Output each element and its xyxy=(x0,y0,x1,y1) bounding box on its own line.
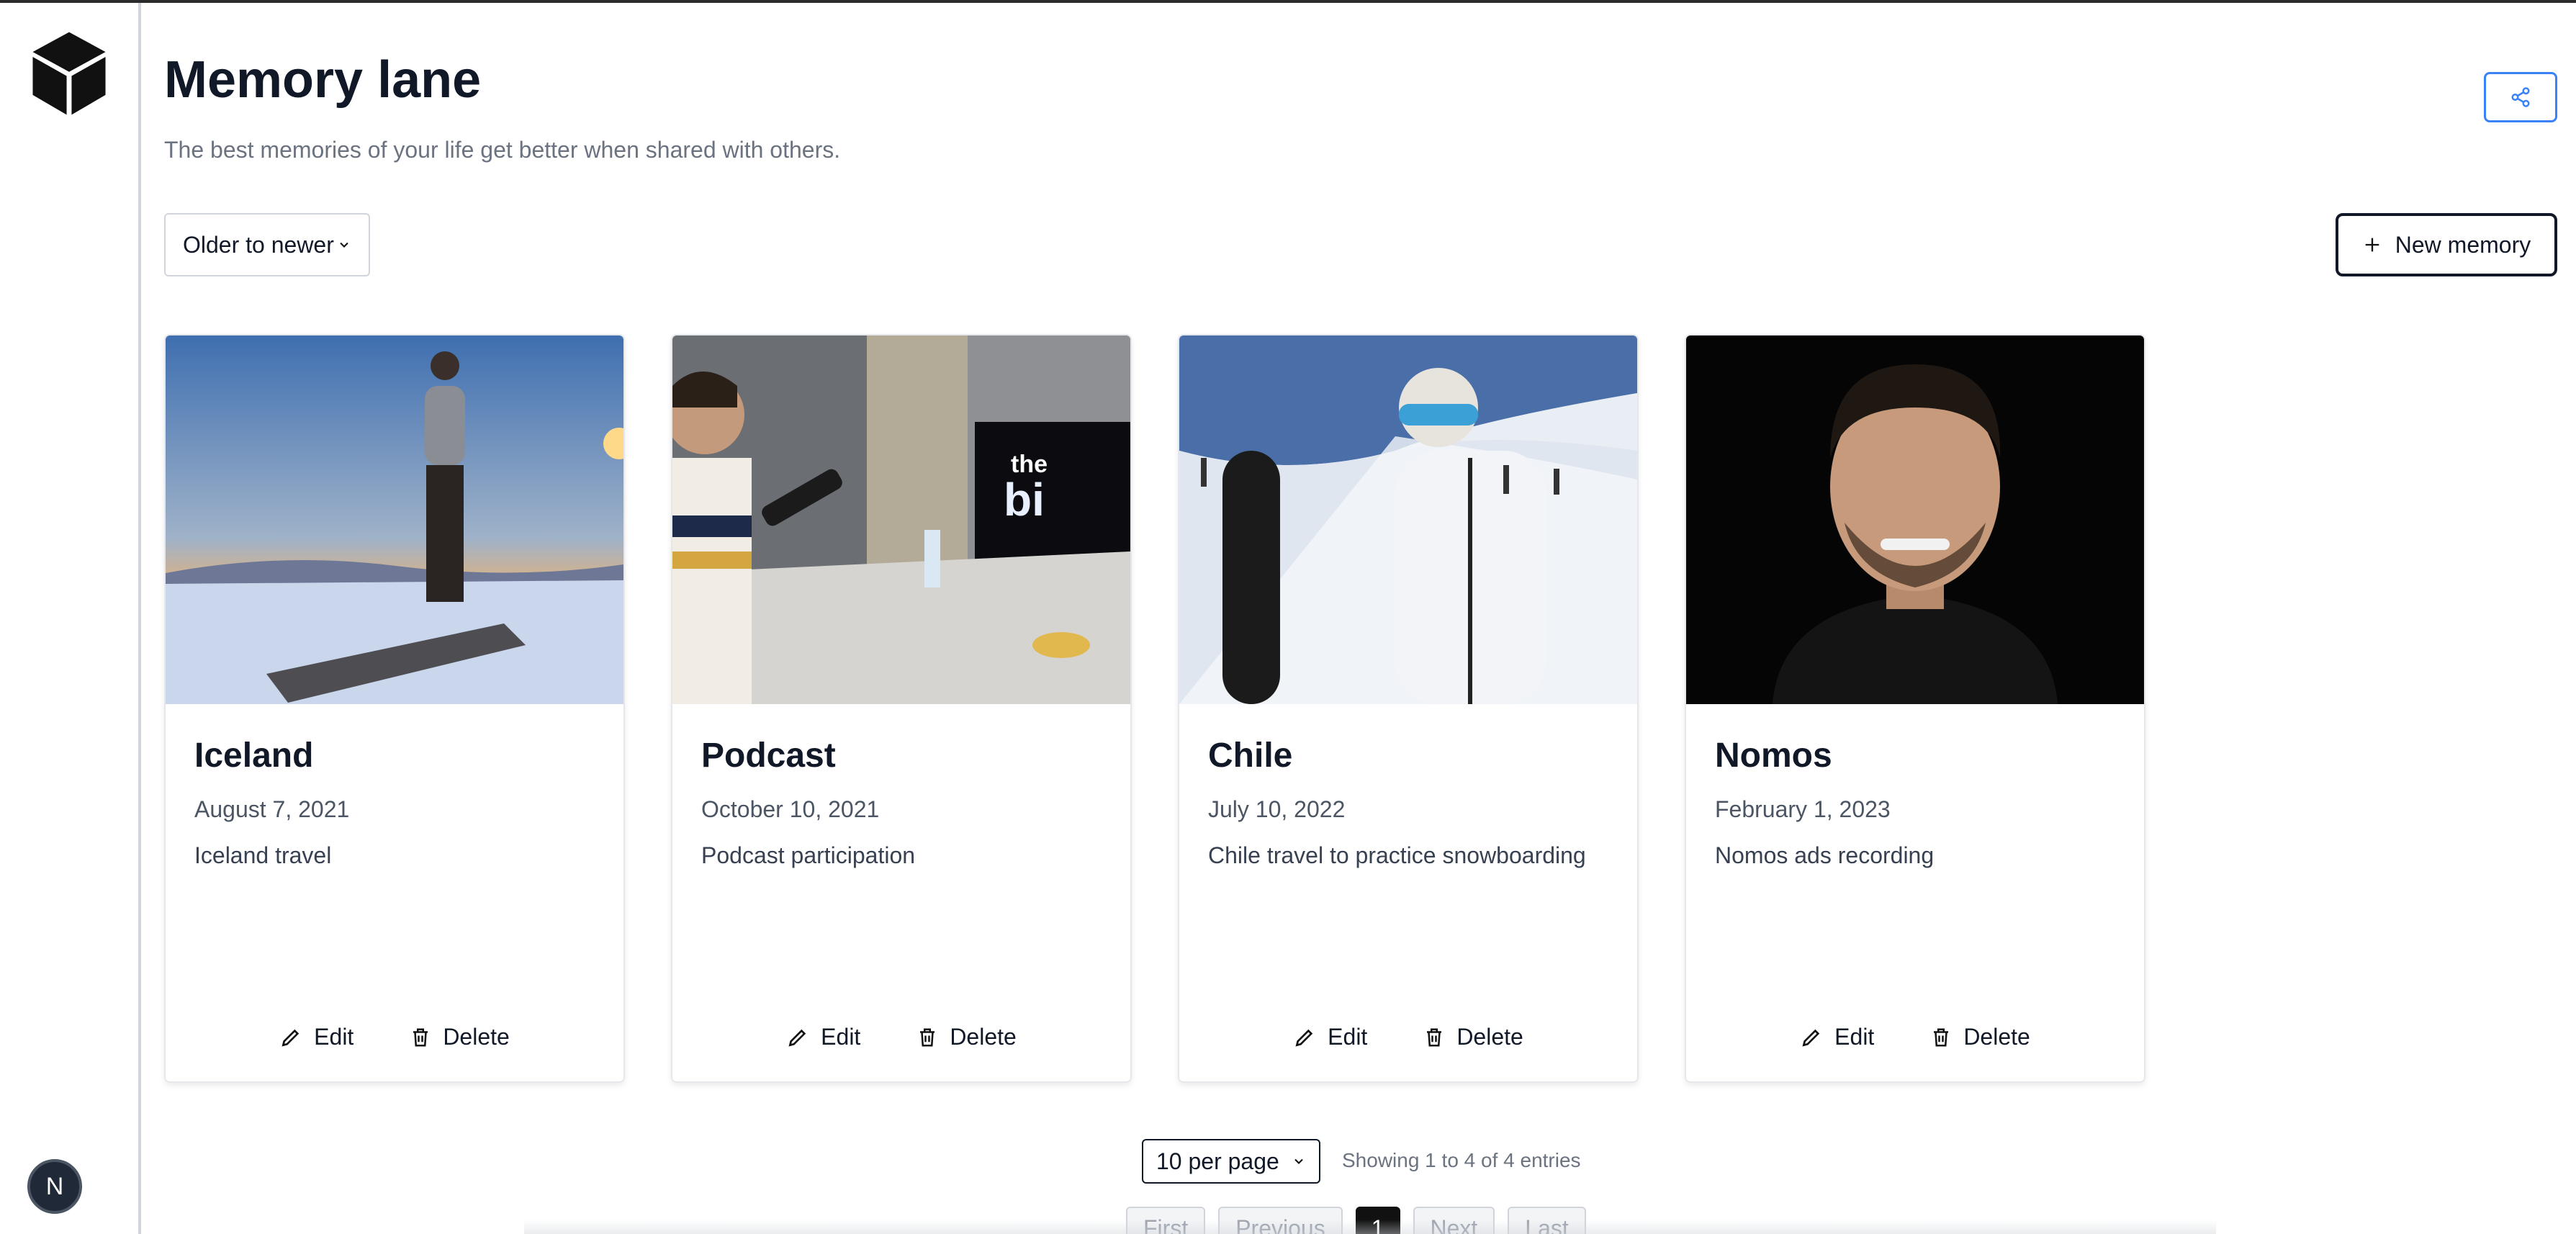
new-memory-button[interactable]: New memory xyxy=(2336,213,2557,276)
chevron-down-icon xyxy=(1294,1158,1303,1164)
page-subtitle: The best memories of your life get bette… xyxy=(164,137,841,163)
memory-title: Iceland xyxy=(194,737,314,775)
memory-description: Iceland travel xyxy=(194,842,332,868)
memory-photo xyxy=(1179,335,1637,704)
delete-label: Delete xyxy=(1963,1024,2030,1050)
sort-order-value: Older to newer xyxy=(183,231,334,258)
memory-title: Nomos xyxy=(1715,737,1832,775)
edit-label: Edit xyxy=(1328,1024,1368,1050)
chevron-down-icon xyxy=(340,242,348,248)
pencil-icon xyxy=(788,1029,806,1046)
card-actions: Edit Delete xyxy=(1179,1024,1637,1050)
pencil-icon xyxy=(282,1029,300,1046)
edit-button[interactable]: Edit xyxy=(786,1024,860,1050)
memory-photo xyxy=(166,335,623,704)
plus-icon xyxy=(2365,238,2379,252)
main-content: Memory lane The best memories of your li… xyxy=(164,3,2576,1234)
delete-label: Delete xyxy=(1456,1024,1523,1050)
memory-card: Iceland August 7, 2021 Iceland travel Ed… xyxy=(164,334,625,1083)
nextjs-badge-icon[interactable]: N xyxy=(27,1159,82,1214)
memory-date: February 1, 2023 xyxy=(1715,796,1891,822)
memory-description: Podcast participation xyxy=(701,842,916,868)
edit-button[interactable]: Edit xyxy=(1800,1024,1874,1050)
per-page-select[interactable]: 10 per page xyxy=(1142,1139,1320,1184)
memory-date: August 7, 2021 xyxy=(194,796,350,822)
pencil-icon xyxy=(1295,1029,1313,1046)
edit-button[interactable]: Edit xyxy=(279,1024,353,1050)
card-actions: Edit Delete xyxy=(1686,1024,2144,1050)
page-title: Memory lane xyxy=(164,51,482,109)
memory-date: July 10, 2022 xyxy=(1208,796,1346,822)
edit-label: Edit xyxy=(821,1024,861,1050)
memory-date: October 10, 2021 xyxy=(701,796,880,822)
memory-card: the bi Podcast October 10, 2021 Podcast … xyxy=(671,334,1132,1083)
pencil-icon xyxy=(1802,1029,1820,1046)
memory-card: Nomos February 1, 2023 Nomos ads recordi… xyxy=(1685,334,2145,1083)
trash-icon xyxy=(1934,1028,1949,1046)
sort-order-select[interactable]: Older to newer xyxy=(164,213,370,276)
memory-photo xyxy=(1686,335,2144,704)
delete-label: Delete xyxy=(950,1024,1017,1050)
cube-logo-icon[interactable] xyxy=(27,29,111,118)
delete-label: Delete xyxy=(443,1024,510,1050)
trash-icon xyxy=(1427,1028,1442,1046)
delete-button[interactable]: Delete xyxy=(410,1024,510,1050)
memory-title: Podcast xyxy=(701,737,836,775)
delete-button[interactable]: Delete xyxy=(1423,1024,1523,1050)
card-actions: Edit Delete xyxy=(166,1024,623,1050)
new-memory-label: New memory xyxy=(2395,231,2531,258)
edit-label: Edit xyxy=(314,1024,354,1050)
entries-summary: Showing 1 to 4 of 4 entries xyxy=(1342,1149,1581,1171)
per-page-value: 10 per page xyxy=(1156,1148,1279,1174)
edit-label: Edit xyxy=(1834,1024,1875,1050)
share-icon xyxy=(2511,87,2530,107)
bottom-fade xyxy=(524,1220,2216,1234)
edit-button[interactable]: Edit xyxy=(1293,1024,1367,1050)
sidebar: N xyxy=(0,3,141,1234)
card-actions: Edit Delete xyxy=(672,1024,1130,1050)
svg-text:bi: bi xyxy=(1004,474,1045,526)
memory-photo: the bi xyxy=(672,335,1130,704)
trash-icon xyxy=(413,1028,428,1046)
memory-description: Chile travel to practice snowboarding xyxy=(1208,842,1586,868)
share-button[interactable] xyxy=(2484,72,2557,122)
memory-description: Nomos ads recording xyxy=(1715,842,1935,868)
memory-card: Chile July 10, 2022 Chile travel to prac… xyxy=(1178,334,1639,1083)
trash-icon xyxy=(920,1028,935,1046)
delete-button[interactable]: Delete xyxy=(917,1024,1017,1050)
delete-button[interactable]: Delete xyxy=(1930,1024,2030,1050)
memory-title: Chile xyxy=(1208,737,1293,775)
